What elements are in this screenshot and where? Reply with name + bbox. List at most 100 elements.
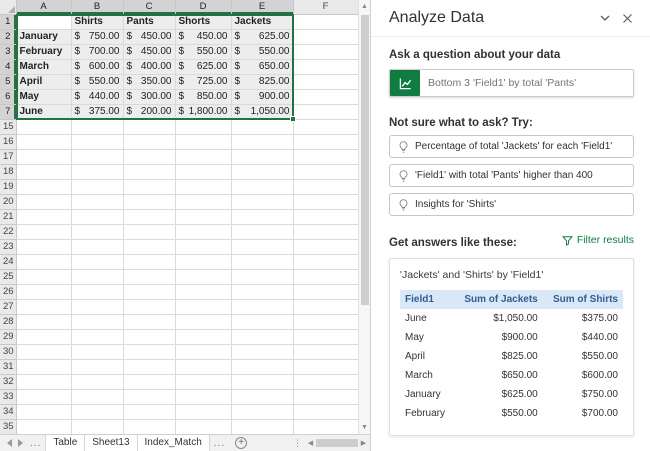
suggestion-1[interactable]: Percentage of total 'Jackets' for each '… xyxy=(389,135,634,158)
cell-E35[interactable] xyxy=(231,419,294,434)
cell-B6[interactable]: $440.00 xyxy=(71,89,124,105)
row-header-26[interactable]: 26 xyxy=(0,284,17,300)
cell-A32[interactable] xyxy=(16,374,72,390)
row-header-21[interactable]: 21 xyxy=(0,209,17,225)
cell-C32[interactable] xyxy=(123,374,176,390)
row-header-22[interactable]: 22 xyxy=(0,224,17,240)
cell-D31[interactable] xyxy=(175,359,232,375)
cell-F35[interactable] xyxy=(293,419,358,434)
cell-A27[interactable] xyxy=(16,299,72,315)
cell-D15[interactable] xyxy=(175,119,232,135)
vertical-scrollbar[interactable]: ▲ ▼ xyxy=(358,0,370,434)
cell-A19[interactable] xyxy=(16,179,72,195)
cell-E22[interactable] xyxy=(231,224,294,240)
cell-F17[interactable] xyxy=(293,149,358,165)
row-header-6[interactable]: 6 xyxy=(0,89,17,105)
cell-A34[interactable] xyxy=(16,404,72,420)
cell-F26[interactable] xyxy=(293,284,358,300)
cell-F19[interactable] xyxy=(293,179,358,195)
cell-A31[interactable] xyxy=(16,359,72,375)
cell-A33[interactable] xyxy=(16,389,72,405)
cell-F22[interactable] xyxy=(293,224,358,240)
cell-A21[interactable] xyxy=(16,209,72,225)
cell-E3[interactable]: $550.00 xyxy=(231,44,294,60)
cell-A23[interactable] xyxy=(16,239,72,255)
cell-C25[interactable] xyxy=(123,269,176,285)
cell-D16[interactable] xyxy=(175,134,232,150)
cell-C1[interactable]: Pants xyxy=(123,14,176,30)
cell-E26[interactable] xyxy=(231,284,294,300)
cell-A25[interactable] xyxy=(16,269,72,285)
row-header-33[interactable]: 33 xyxy=(0,389,17,405)
row-header-5[interactable]: 5 xyxy=(0,74,17,90)
cell-E29[interactable] xyxy=(231,329,294,345)
cell-B25[interactable] xyxy=(71,269,124,285)
cell-A4[interactable]: March xyxy=(16,59,72,75)
cell-A30[interactable] xyxy=(16,344,72,360)
row-header-31[interactable]: 31 xyxy=(0,359,17,375)
cell-C18[interactable] xyxy=(123,164,176,180)
cell-E5[interactable]: $825.00 xyxy=(231,74,294,90)
sheet-tab-Index_Match[interactable]: Index_Match xyxy=(137,435,210,451)
cell-C4[interactable]: $400.00 xyxy=(123,59,176,75)
row-header-2[interactable]: 2 xyxy=(0,29,17,45)
cell-F28[interactable] xyxy=(293,314,358,330)
cell-A6[interactable]: May xyxy=(16,89,72,105)
fill-handle[interactable] xyxy=(290,116,296,122)
cell-B22[interactable] xyxy=(71,224,124,240)
cell-B4[interactable]: $600.00 xyxy=(71,59,124,75)
cell-D5[interactable]: $725.00 xyxy=(175,74,232,90)
cell-F3[interactable] xyxy=(293,44,358,60)
cell-A2[interactable]: January xyxy=(16,29,72,45)
row-header-25[interactable]: 25 xyxy=(0,269,17,285)
cell-B20[interactable] xyxy=(71,194,124,210)
cell-C29[interactable] xyxy=(123,329,176,345)
row-header-18[interactable]: 18 xyxy=(0,164,17,180)
cell-D22[interactable] xyxy=(175,224,232,240)
suggestion-3[interactable]: Insights for 'Shirts' xyxy=(389,193,634,216)
cell-E4[interactable]: $650.00 xyxy=(231,59,294,75)
cell-A16[interactable] xyxy=(16,134,72,150)
row-header-27[interactable]: 27 xyxy=(0,299,17,315)
scroll-right-arrow-icon[interactable]: ▶ xyxy=(358,435,369,451)
tab-scroll-right-icon[interactable] xyxy=(18,439,23,447)
cell-F7[interactable] xyxy=(293,104,358,120)
cell-B23[interactable] xyxy=(71,239,124,255)
cell-E23[interactable] xyxy=(231,239,294,255)
select-all-button[interactable] xyxy=(0,0,17,15)
cell-A26[interactable] xyxy=(16,284,72,300)
cell-D29[interactable] xyxy=(175,329,232,345)
row-header-23[interactable]: 23 xyxy=(0,239,17,255)
row-header-24[interactable]: 24 xyxy=(0,254,17,270)
cell-B15[interactable] xyxy=(71,119,124,135)
cell-D7[interactable]: $1,800.00 xyxy=(175,104,232,120)
cell-A18[interactable] xyxy=(16,164,72,180)
cell-C26[interactable] xyxy=(123,284,176,300)
cell-D24[interactable] xyxy=(175,254,232,270)
cell-A3[interactable]: February xyxy=(16,44,72,60)
cell-A35[interactable] xyxy=(16,419,72,434)
cell-C23[interactable] xyxy=(123,239,176,255)
answer-card[interactable]: 'Jackets' and 'Shirts' by 'Field1' Field… xyxy=(389,257,634,436)
scroll-up-arrow-icon[interactable]: ▲ xyxy=(359,0,371,13)
cell-C28[interactable] xyxy=(123,314,176,330)
cell-D4[interactable]: $625.00 xyxy=(175,59,232,75)
cell-E24[interactable] xyxy=(231,254,294,270)
cell-C27[interactable] xyxy=(123,299,176,315)
row-header-29[interactable]: 29 xyxy=(0,329,17,345)
cell-A17[interactable] xyxy=(16,149,72,165)
cell-B32[interactable] xyxy=(71,374,124,390)
cell-A1[interactable] xyxy=(16,14,72,30)
query-input[interactable]: Bottom 3 'Field1' by total 'Pants' xyxy=(389,69,634,97)
cell-C35[interactable] xyxy=(123,419,176,434)
cell-C34[interactable] xyxy=(123,404,176,420)
cell-D17[interactable] xyxy=(175,149,232,165)
cell-C21[interactable] xyxy=(123,209,176,225)
cell-E27[interactable] xyxy=(231,299,294,315)
cell-E19[interactable] xyxy=(231,179,294,195)
scroll-left-arrow-icon[interactable]: ◀ xyxy=(305,435,316,451)
hidden-tabs-ellipsis-left[interactable]: ... xyxy=(30,438,41,449)
cell-A28[interactable] xyxy=(16,314,72,330)
new-sheet-button[interactable]: + xyxy=(235,437,248,449)
cell-F33[interactable] xyxy=(293,389,358,405)
